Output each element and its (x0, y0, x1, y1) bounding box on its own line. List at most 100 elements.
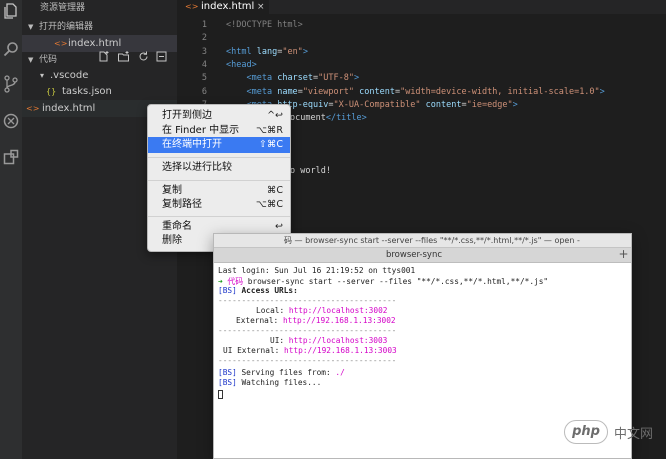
json-file-icon: {} (46, 87, 57, 96)
code-token: ocument (290, 113, 326, 124)
external-url[interactable]: http://192.168.1.13:3002 (283, 316, 396, 325)
code-token: > (353, 73, 360, 84)
code-token: name (277, 86, 298, 97)
code-token: </title> (325, 113, 367, 124)
terminal-line: [BS] Access URLs: (218, 286, 298, 295)
php-logo: php (564, 420, 608, 444)
context-menu: 打开到侧边 ^↩ 在 Finder 中显示 ⌥⌘R 在终端中打开 ⇧⌘C 选择以… (147, 104, 291, 252)
menu-item-copy-path[interactable]: 复制路径 ⌥⌘C (148, 197, 290, 213)
code-token: <meta (246, 73, 278, 84)
terminal-line: Last login: Sun Jul 16 21:19:52 on ttys0… (218, 266, 415, 275)
debug-icon[interactable] (0, 110, 22, 134)
explorer-title: 资源管理器 (40, 3, 86, 13)
terminal-line: [BS] Serving files from: ./ (218, 368, 345, 377)
external-label: External: (236, 316, 279, 325)
terminal-line: -------------------------------------- (218, 326, 396, 335)
bs-tag: [BS] (218, 368, 237, 377)
line-number: 5 (201, 73, 207, 84)
tab-index-html[interactable]: <> index.html × (177, 0, 269, 14)
menu-item-label: 在终端中打开 (162, 139, 222, 150)
tab-label: index.html (201, 1, 255, 12)
code-line: <!DOCTYPE html> (226, 20, 303, 30)
terminal-title-bar[interactable]: 码 — browser-sync start --server --files … (214, 234, 631, 247)
code-line: <meta name="viewport" content="width=dev… (226, 86, 605, 97)
terminal-tab[interactable]: browser-sync (214, 247, 614, 263)
code-token: <html (226, 46, 257, 57)
menu-item-open-in-terminal[interactable]: 在终端中打开 ⇧⌘C (148, 137, 290, 153)
code-token: "viewport" (302, 86, 354, 97)
tree-item-label: index.html (42, 103, 96, 114)
code-token: <!DOCTYPE html> (226, 20, 303, 30)
close-icon[interactable]: × (257, 0, 265, 14)
open-editor-label: index.html (68, 38, 122, 49)
menu-item-label: 删除 (162, 235, 182, 246)
code-token: charset (277, 73, 314, 84)
serving-path: ./ (335, 368, 345, 377)
explorer-title-row: 资源管理器 (22, 0, 177, 17)
ui-external-label: UI External: (223, 346, 280, 355)
line-number: 3 (201, 46, 207, 57)
divider-text: -------------------------------------- (218, 326, 397, 335)
menu-item-shortcut: ⇧⌘C (258, 139, 283, 150)
local-label: Local: (256, 306, 285, 315)
watching-text: Watching files... (241, 378, 322, 387)
menu-item-select-for-compare[interactable]: 选择以进行比较 (148, 160, 290, 176)
terminal-cursor (218, 390, 223, 399)
tree-item-label: tasks.json (62, 86, 112, 97)
code-token: content (425, 99, 462, 110)
line-number: 6 (201, 86, 207, 97)
menu-item-label: 复制路径 (162, 199, 202, 210)
activity-bar (0, 0, 22, 459)
ui-url[interactable]: http://localhost:3003 (289, 336, 388, 345)
terminal-line: UI External: http://192.168.1.13:3003 (223, 346, 397, 355)
bs-tag: [BS] (218, 286, 237, 295)
local-url[interactable]: http://localhost:3002 (289, 306, 388, 315)
terminal-line: External: http://192.168.1.13:3002 (236, 316, 396, 325)
source-control-icon[interactable] (0, 72, 22, 96)
prompt-dir: 代码 (227, 277, 243, 286)
code-token: "X-UA-Compatible" (333, 99, 421, 110)
tree-item-label: .vscode (50, 70, 89, 81)
code-token: > (512, 99, 518, 110)
code-token: > (302, 46, 308, 57)
code-token: "ie=edge" (466, 99, 513, 110)
open-editors-header[interactable]: ▼ 打开的编辑器 (22, 19, 177, 36)
html-file-icon: <> (54, 39, 68, 48)
prompt-arrow-icon: ➜ (218, 277, 223, 286)
open-editors-label: 打开的编辑器 (39, 22, 94, 32)
terminal-line: Local: http://localhost:3002 (256, 306, 387, 315)
divider-text: -------------------------------------- (218, 356, 397, 365)
code-token: content (359, 86, 395, 97)
tree-item-vscode[interactable]: ▾ .vscode (22, 67, 177, 84)
chevron-down-icon: ▾ (40, 71, 45, 80)
html-file-icon: <> (26, 104, 40, 113)
tree-item-tasks-json[interactable]: {} tasks.json (22, 83, 177, 100)
menu-separator (148, 216, 290, 217)
divider-text: -------------------------------------- (218, 296, 397, 305)
new-tab-plus-icon[interactable]: + (616, 247, 631, 263)
watermark-site-text: 中文网 (614, 427, 654, 442)
menu-separator (148, 157, 290, 158)
terminal-line: [BS] Watching files... (218, 378, 321, 387)
terminal-line: -------------------------------------- (218, 356, 396, 365)
code-token: "width=device-width, initial-scale=1.0" (400, 86, 600, 97)
php-cn-watermark: php 中文网 (564, 419, 664, 445)
files-icon[interactable] (0, 0, 22, 24)
open-editor-item[interactable]: <> index.html (22, 35, 177, 52)
code-token: > (599, 86, 605, 97)
code-token: lang (256, 46, 278, 57)
code-token: <meta (246, 86, 278, 97)
search-icon[interactable] (0, 38, 22, 62)
extensions-icon[interactable] (0, 146, 22, 170)
code-line: <head> (226, 60, 257, 70)
menu-item-open-to-side[interactable]: 打开到侧边 ^↩ (148, 108, 290, 124)
menu-item-label: 选择以进行比较 (162, 162, 232, 173)
line-number: 4 (201, 59, 207, 70)
code-token: o world! (290, 166, 331, 177)
menu-item-shortcut: ^↩ (267, 110, 283, 121)
access-urls-text: Access URLs: (241, 286, 298, 295)
serving-text: Serving files from: (241, 368, 331, 377)
command-text: browser-sync start --server --files "**/… (247, 277, 549, 286)
ui-external-url[interactable]: http://192.168.1.13:3003 (284, 346, 397, 355)
